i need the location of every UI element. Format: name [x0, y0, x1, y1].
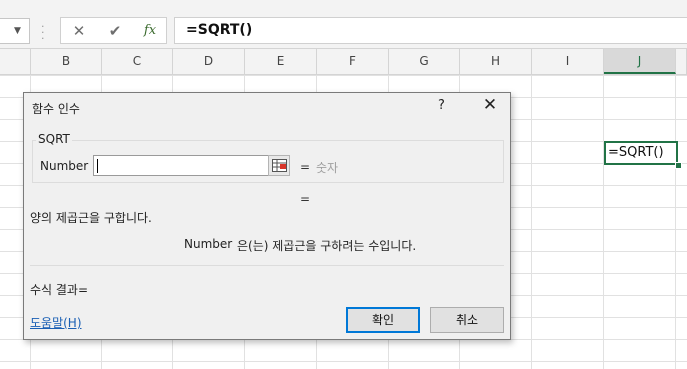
- column-header-f[interactable]: F: [317, 49, 389, 74]
- select-all-corner[interactable]: [0, 49, 31, 74]
- fill-handle[interactable]: [675, 162, 682, 169]
- number-argument-input[interactable]: [93, 155, 269, 176]
- column-header-b[interactable]: B: [31, 49, 102, 74]
- range-select-icon: [272, 159, 287, 172]
- argument-equals: =: [300, 160, 311, 174]
- chevron-down-icon[interactable]: ▼: [14, 26, 21, 36]
- formula-bar: ▼ · · · ✕ ✔ fx =SQRT(): [0, 12, 687, 49]
- active-cell[interactable]: =SQRT(): [604, 141, 678, 165]
- argument-description-name: Number: [184, 237, 233, 251]
- insert-function-icon[interactable]: fx: [138, 21, 162, 41]
- column-header-j[interactable]: J: [604, 49, 676, 74]
- column-headers: B C D E F G H I J: [0, 49, 687, 75]
- column-header-d[interactable]: D: [173, 49, 245, 74]
- drag-handle-icon[interactable]: · · ·: [41, 21, 45, 44]
- column-header-k[interactable]: [676, 49, 687, 74]
- name-box[interactable]: ▼: [0, 18, 30, 44]
- column-header-c[interactable]: C: [102, 49, 173, 74]
- ribbon-bottom-strip: [0, 0, 687, 12]
- column-header-e[interactable]: E: [245, 49, 317, 74]
- function-arguments-dialog: 함수 인수 ? ✕ SQRT Number = 숫자 = 양의 제곱근을 구합니…: [23, 92, 511, 340]
- function-name: SQRT: [36, 132, 72, 146]
- ok-button[interactable]: 확인: [346, 307, 420, 333]
- argument-label: Number: [40, 159, 89, 173]
- formula-input[interactable]: =SQRT(): [174, 17, 687, 44]
- enter-formula-icon[interactable]: ✔: [103, 21, 127, 41]
- column-header-g[interactable]: G: [389, 49, 460, 74]
- help-icon[interactable]: ?: [438, 98, 445, 113]
- cancel-formula-icon[interactable]: ✕: [67, 21, 91, 41]
- function-description: 양의 제곱근을 구합니다.: [30, 211, 152, 225]
- divider: [30, 265, 504, 266]
- collapse-dialog-button[interactable]: [268, 155, 290, 176]
- text-caret: [97, 159, 98, 173]
- column-header-i[interactable]: I: [532, 49, 604, 74]
- help-link[interactable]: 도움말(H): [30, 314, 82, 331]
- grid-line: [675, 75, 676, 369]
- cancel-button[interactable]: 취소: [430, 307, 504, 333]
- argument-type-hint: 숫자: [316, 161, 339, 175]
- formula-buttons: ✕ ✔ fx: [60, 17, 167, 44]
- dialog-title: 함수 인수: [32, 102, 80, 116]
- close-icon[interactable]: ✕: [479, 95, 501, 115]
- result-equals: =: [300, 192, 311, 206]
- column-header-h[interactable]: H: [460, 49, 532, 74]
- formula-result: 수식 결과=: [30, 283, 89, 297]
- grid-line: [603, 75, 604, 369]
- grid-line: [531, 75, 532, 369]
- argument-description-text: 은(는) 제곱근을 구하려는 수입니다.: [237, 239, 417, 253]
